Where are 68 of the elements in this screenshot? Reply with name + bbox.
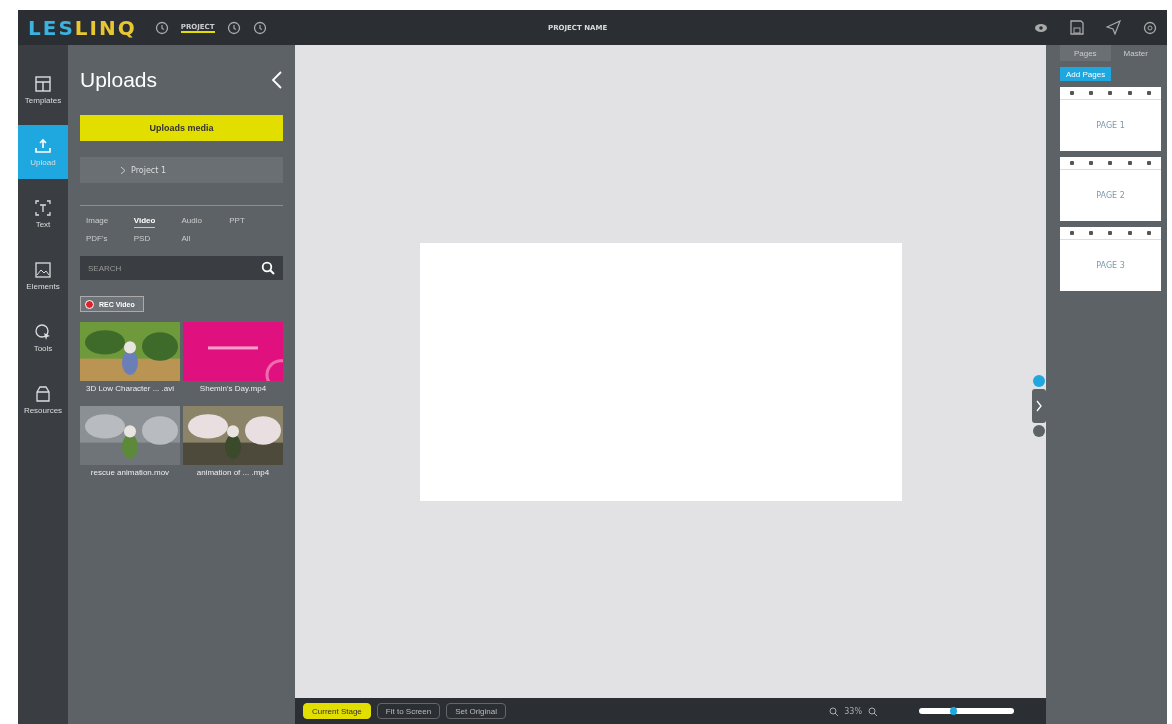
tool-icon[interactable] [1108,231,1113,235]
tool-icon[interactable] [1147,161,1152,165]
save-icon[interactable] [1070,20,1084,35]
zoom-out-icon[interactable] [829,706,839,716]
cursor-icon [34,323,52,341]
image-icon [34,261,52,279]
page-label: PAGE 2 [1095,190,1126,202]
toolbar-button[interactable]: Fit to Screen [376,703,441,719]
tool-icon[interactable] [1108,91,1113,95]
tool-icon[interactable] [1069,91,1074,95]
tool-icon[interactable] [1147,91,1152,95]
page-thumbnail[interactable]: PAGE 3 [1060,227,1161,291]
expand-tab[interactable] [1032,389,1046,423]
add-pages-button[interactable]: Add Pages [1060,67,1112,81]
sidebar-item[interactable]: Tools [18,311,68,365]
tool-icon[interactable] [1127,161,1132,165]
tool-icon[interactable] [1069,161,1074,165]
media-name: animation of ... .mp4 [196,468,270,478]
panel-tab[interactable]: Master [1110,45,1161,61]
tool-icon[interactable] [1127,231,1132,235]
zoom-level: 33% [844,706,862,716]
filter-tab[interactable]: Audio [181,214,202,228]
chevron-icon [120,165,126,175]
tool-icon[interactable] [1089,91,1094,95]
media-name: rescue animation.mov [90,468,170,478]
panel-title: Uploads [80,68,158,92]
collapse-icon[interactable] [271,70,283,90]
search-icon[interactable] [261,261,275,275]
search-field[interactable]: SEARCH [80,256,283,280]
media-name: Shemin's Day.mp4 [199,385,267,394]
folder-row[interactable]: Project 1 [80,157,283,183]
sidebar-item[interactable]: Elements [18,249,68,303]
layout-icon [34,75,52,93]
sidebar-item[interactable]: Templates [18,63,68,117]
logo: LESLINQ [28,15,137,40]
clock-icon[interactable] [252,20,267,35]
toolbar-button[interactable]: Current Stage [303,703,371,719]
tool-icon[interactable] [1127,91,1132,95]
send-icon[interactable] [1106,20,1121,35]
sidebar-item[interactable]: Upload [18,125,68,179]
tool-icon[interactable] [1147,231,1152,235]
page-thumbnail[interactable]: PAGE 2 [1060,157,1161,221]
clock-icon[interactable] [226,20,241,35]
panel-tab[interactable]: Pages [1060,45,1111,61]
tool-icon[interactable] [1089,161,1094,165]
zoom-slider[interactable] [919,708,1014,714]
tool-icon[interactable] [1108,161,1113,165]
filter-tab[interactable]: All [181,232,191,246]
filter-tab[interactable]: Video [133,214,156,228]
tool-icon[interactable] [1089,231,1094,235]
filter-tab[interactable]: PSD [133,232,151,246]
filter-tab[interactable]: PDF's [86,232,108,246]
filter-tab[interactable]: Image [86,214,109,228]
page-label: PAGE 1 [1095,120,1126,132]
page-thumbnail[interactable]: PAGE 1 [1060,87,1161,151]
filter-tab[interactable]: PPT [229,214,245,228]
sidebar-item[interactable]: Text [18,187,68,241]
zoom-in-icon[interactable] [868,706,877,716]
tool-icon[interactable] [1069,231,1074,235]
toolbar-button[interactable]: Set Original [446,703,506,719]
upload-media-button[interactable]: Uploads media [80,115,283,141]
page-label: PAGE 3 [1095,260,1126,272]
text-frame-icon [34,199,52,217]
box-icon [34,385,52,403]
sidebar-item[interactable]: Resources [18,373,68,427]
upload-icon [34,137,52,155]
media-name: 3D Low Character ... .avi [85,385,174,394]
eye-icon[interactable] [1034,22,1048,33]
